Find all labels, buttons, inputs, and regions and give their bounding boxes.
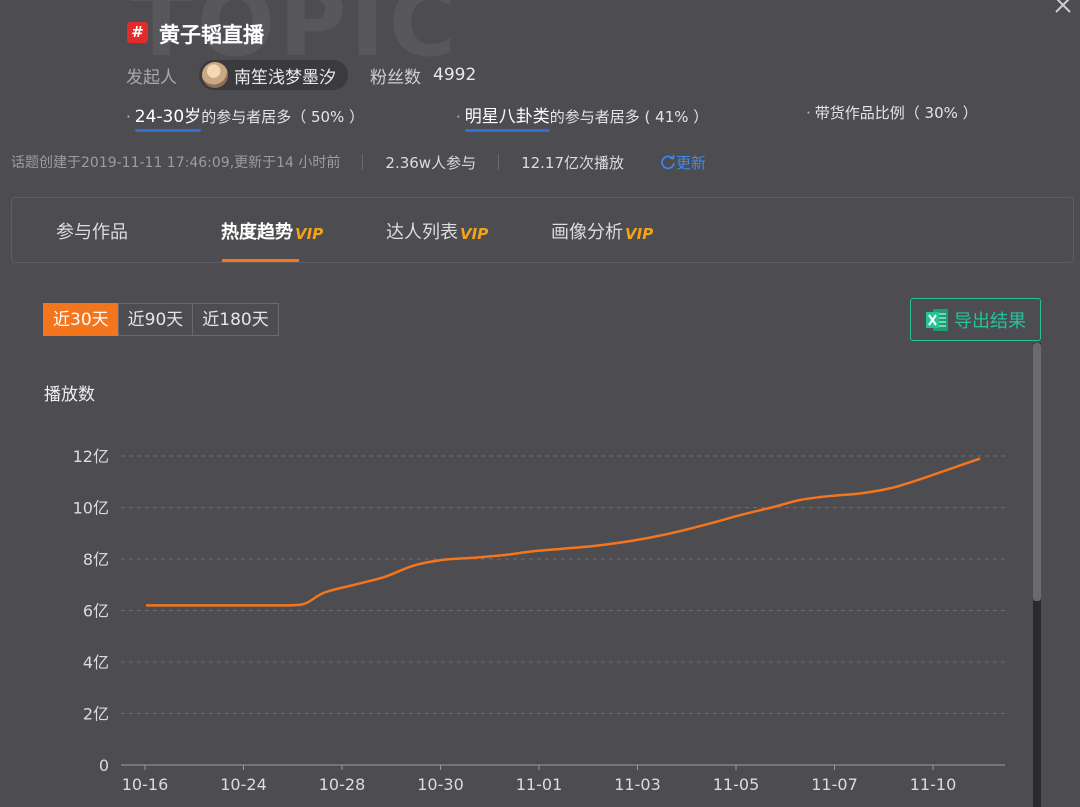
- export-label: 导出结果: [954, 310, 1026, 332]
- tab-trend-label: 热度趋势: [221, 222, 293, 243]
- tab-influencers-label: 达人列表: [386, 222, 458, 243]
- avatar: [202, 62, 228, 88]
- chart-y-axis-title: 播放数: [44, 385, 95, 405]
- stat-category-text: 的参与者居多 ( 41% ）: [549, 108, 709, 126]
- topic-hash-icon: #: [127, 22, 148, 43]
- range-180-button[interactable]: 近180天: [192, 303, 279, 336]
- refresh-icon: [661, 155, 675, 170]
- fans-label: 粉丝数: [370, 67, 421, 88]
- range-90-button[interactable]: 近90天: [117, 303, 194, 336]
- vip-badge: VIP: [295, 225, 324, 243]
- y-tick-label: 6亿: [83, 602, 109, 621]
- x-tick-label: 10-24: [220, 775, 267, 794]
- tab-works-label: 参与作品: [56, 222, 128, 243]
- x-tick-label: 11-10: [910, 775, 957, 794]
- stat-age-text: 的参与者居多（ 50% ）: [201, 108, 365, 126]
- tab-trend[interactable]: 热度趋势 VIP: [221, 198, 323, 264]
- x-tick-label: 11-05: [713, 775, 760, 794]
- vip-badge: VIP: [625, 225, 654, 243]
- topic-title: 黄子韬直播: [159, 23, 264, 47]
- creator-row: 发起人 南笙浅梦墨汐 粉丝数 4992: [126, 60, 476, 90]
- vip-badge: VIP: [460, 225, 489, 243]
- x-tick-label: 10-16: [122, 775, 169, 794]
- tab-bar: 参与作品 热度趋势 VIP 达人列表 VIP 画像分析 VIP: [11, 197, 1074, 263]
- tab-portrait[interactable]: 画像分析 VIP: [551, 198, 653, 264]
- x-tick-label: 11-01: [516, 775, 563, 794]
- y-tick-label: 8亿: [83, 550, 109, 569]
- created-time: 话题创建于2019-11-11 17:46:09,更新于14 小时前: [11, 155, 341, 171]
- creator-name: 南笙浅梦墨汐: [234, 67, 336, 88]
- x-tick-label: 10-30: [417, 775, 464, 794]
- tab-influencers[interactable]: 达人列表 VIP: [386, 198, 488, 264]
- x-tick-label: 11-07: [811, 775, 858, 794]
- play-count-line-chart: 0 2亿 4亿 6亿 8亿 10亿 12亿 10-16 10-24 10-28 10-30 11-01…: [73, 447, 1005, 794]
- participants-count: 2.36w人参与: [385, 153, 477, 172]
- creator-pill[interactable]: 南笙浅梦墨汐: [199, 60, 348, 90]
- stat-category-highlight: 明星八卦类: [464, 102, 550, 132]
- scrollbar-thumb[interactable]: [1033, 343, 1041, 601]
- stat-category: · 明星八卦类的参与者居多 ( 41% ）: [456, 102, 709, 132]
- refresh-label: 更新: [676, 153, 707, 172]
- export-button[interactable]: 导出结果: [910, 298, 1041, 341]
- stat-age: · 24-30岁的参与者居多（ 50% ）: [126, 102, 365, 132]
- stat-age-highlight: 24-30岁: [134, 102, 202, 132]
- series-line: [146, 457, 981, 607]
- meta-row: 话题创建于2019-11-11 17:46:09,更新于14 小时前 2.36w…: [0, 151, 706, 173]
- refresh-button[interactable]: 更新: [660, 152, 706, 173]
- x-tick-label: 10-28: [319, 775, 366, 794]
- stat-commerce-text: 带货作品比例（ 30% ）: [814, 104, 978, 122]
- plays-count: 12.17亿次播放: [521, 153, 625, 172]
- divider: [362, 154, 364, 170]
- y-tick-label: 10亿: [73, 499, 109, 518]
- y-tick-label: 2亿: [83, 705, 109, 724]
- tab-portrait-label: 画像分析: [551, 222, 623, 243]
- tab-works[interactable]: 参与作品: [56, 198, 128, 264]
- divider: [498, 154, 500, 170]
- excel-icon: [926, 308, 948, 331]
- range-selector: 近30天 近90天 近180天: [43, 303, 279, 336]
- close-icon[interactable]: [1050, 0, 1076, 18]
- creator-label: 发起人: [126, 67, 177, 88]
- fans-count: 4992: [433, 65, 477, 85]
- y-tick-label: 12亿: [73, 447, 109, 466]
- active-tab-indicator: [222, 259, 299, 262]
- y-tick-label: 0: [99, 756, 109, 775]
- range-30-button[interactable]: 近30天: [43, 303, 119, 336]
- y-tick-label: 4亿: [83, 653, 109, 672]
- x-tick-label: 11-03: [614, 775, 661, 794]
- stat-commerce: · 带货作品比例（ 30% ）: [806, 104, 978, 122]
